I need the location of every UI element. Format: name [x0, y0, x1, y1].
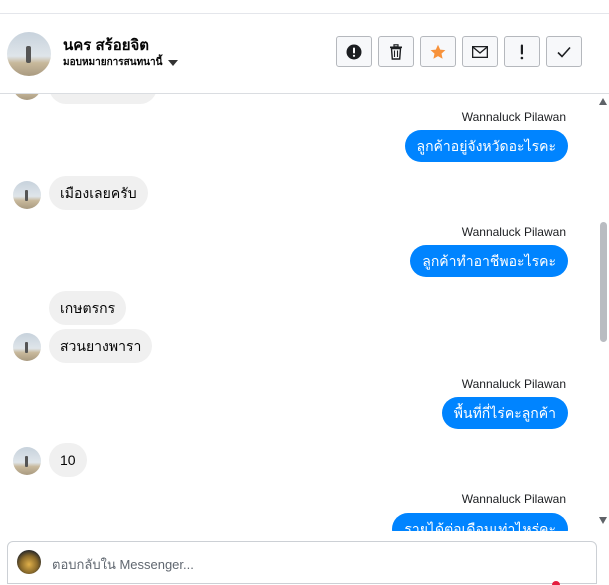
message-bubble-outgoing[interactable]: ลูกค้าอยู่จังหวัดอะไรคะ	[404, 130, 568, 162]
delete-button[interactable]	[378, 36, 414, 67]
assign-conversation-label: มอบหมายการสนทนานี้	[63, 57, 163, 68]
exclamation-icon	[520, 44, 524, 59]
reply-input[interactable]	[50, 550, 554, 578]
sender-name: Wannaluck Pilawan	[461, 492, 566, 506]
message-bubble-incoming[interactable]: สวนยางพารา	[49, 329, 153, 363]
contact-avatar-small	[13, 94, 41, 100]
mark-spam-button[interactable]	[336, 36, 372, 67]
caret-down-icon	[168, 59, 179, 66]
star-button[interactable]	[420, 36, 456, 67]
contact-avatar-small	[13, 333, 41, 361]
contact-name[interactable]: นคร สร้อยจิต	[63, 33, 149, 57]
scrollbar-thumb[interactable]	[600, 222, 607, 342]
star-icon	[430, 44, 446, 59]
exclamation-circle-icon	[346, 44, 362, 59]
page-avatar	[17, 550, 41, 574]
contact-avatar-small	[13, 181, 41, 209]
scroll-down-arrow-icon[interactable]	[599, 517, 607, 524]
scroll-up-arrow-icon[interactable]	[599, 98, 607, 105]
important-button[interactable]	[504, 36, 540, 67]
contact-avatar[interactable]	[7, 32, 51, 76]
conversation-actions	[336, 36, 582, 67]
message-bubble-outgoing[interactable]: ลูกค้าทำอาชีพอะไรคะ	[410, 245, 568, 277]
reply-composer	[7, 541, 597, 585]
assign-conversation-dropdown[interactable]: มอบหมายการสนทนานี้	[63, 55, 179, 70]
checkmark-icon	[557, 46, 571, 58]
envelope-icon	[472, 45, 488, 58]
contact-avatar-small	[13, 447, 41, 475]
sender-name: Wannaluck Pilawan	[461, 110, 566, 124]
trash-icon	[390, 43, 402, 60]
sender-name: Wannaluck Pilawan	[461, 225, 566, 239]
sender-name: Wannaluck Pilawan	[461, 377, 566, 391]
message-bubble-incoming-partial	[49, 94, 157, 104]
message-bubble-incoming[interactable]: เมืองเลยครับ	[49, 176, 148, 210]
message-bubble-outgoing[interactable]: รายได้ต่อเดือนเท่าไหร่คะ	[392, 513, 568, 531]
message-bubble-incoming[interactable]: 10	[49, 443, 87, 477]
message-bubble-incoming[interactable]: เกษตรกร	[49, 291, 127, 325]
mark-unread-button[interactable]	[462, 36, 498, 67]
heart-icon[interactable]	[552, 581, 560, 585]
message-thread[interactable]: Wannaluck Pilawan ลูกค้าอยู่จังหวัดอะไรค…	[0, 94, 597, 531]
done-button[interactable]	[546, 36, 582, 67]
message-bubble-outgoing[interactable]: พื้นที่กี่ไร่คะลูกค้า	[441, 397, 568, 429]
